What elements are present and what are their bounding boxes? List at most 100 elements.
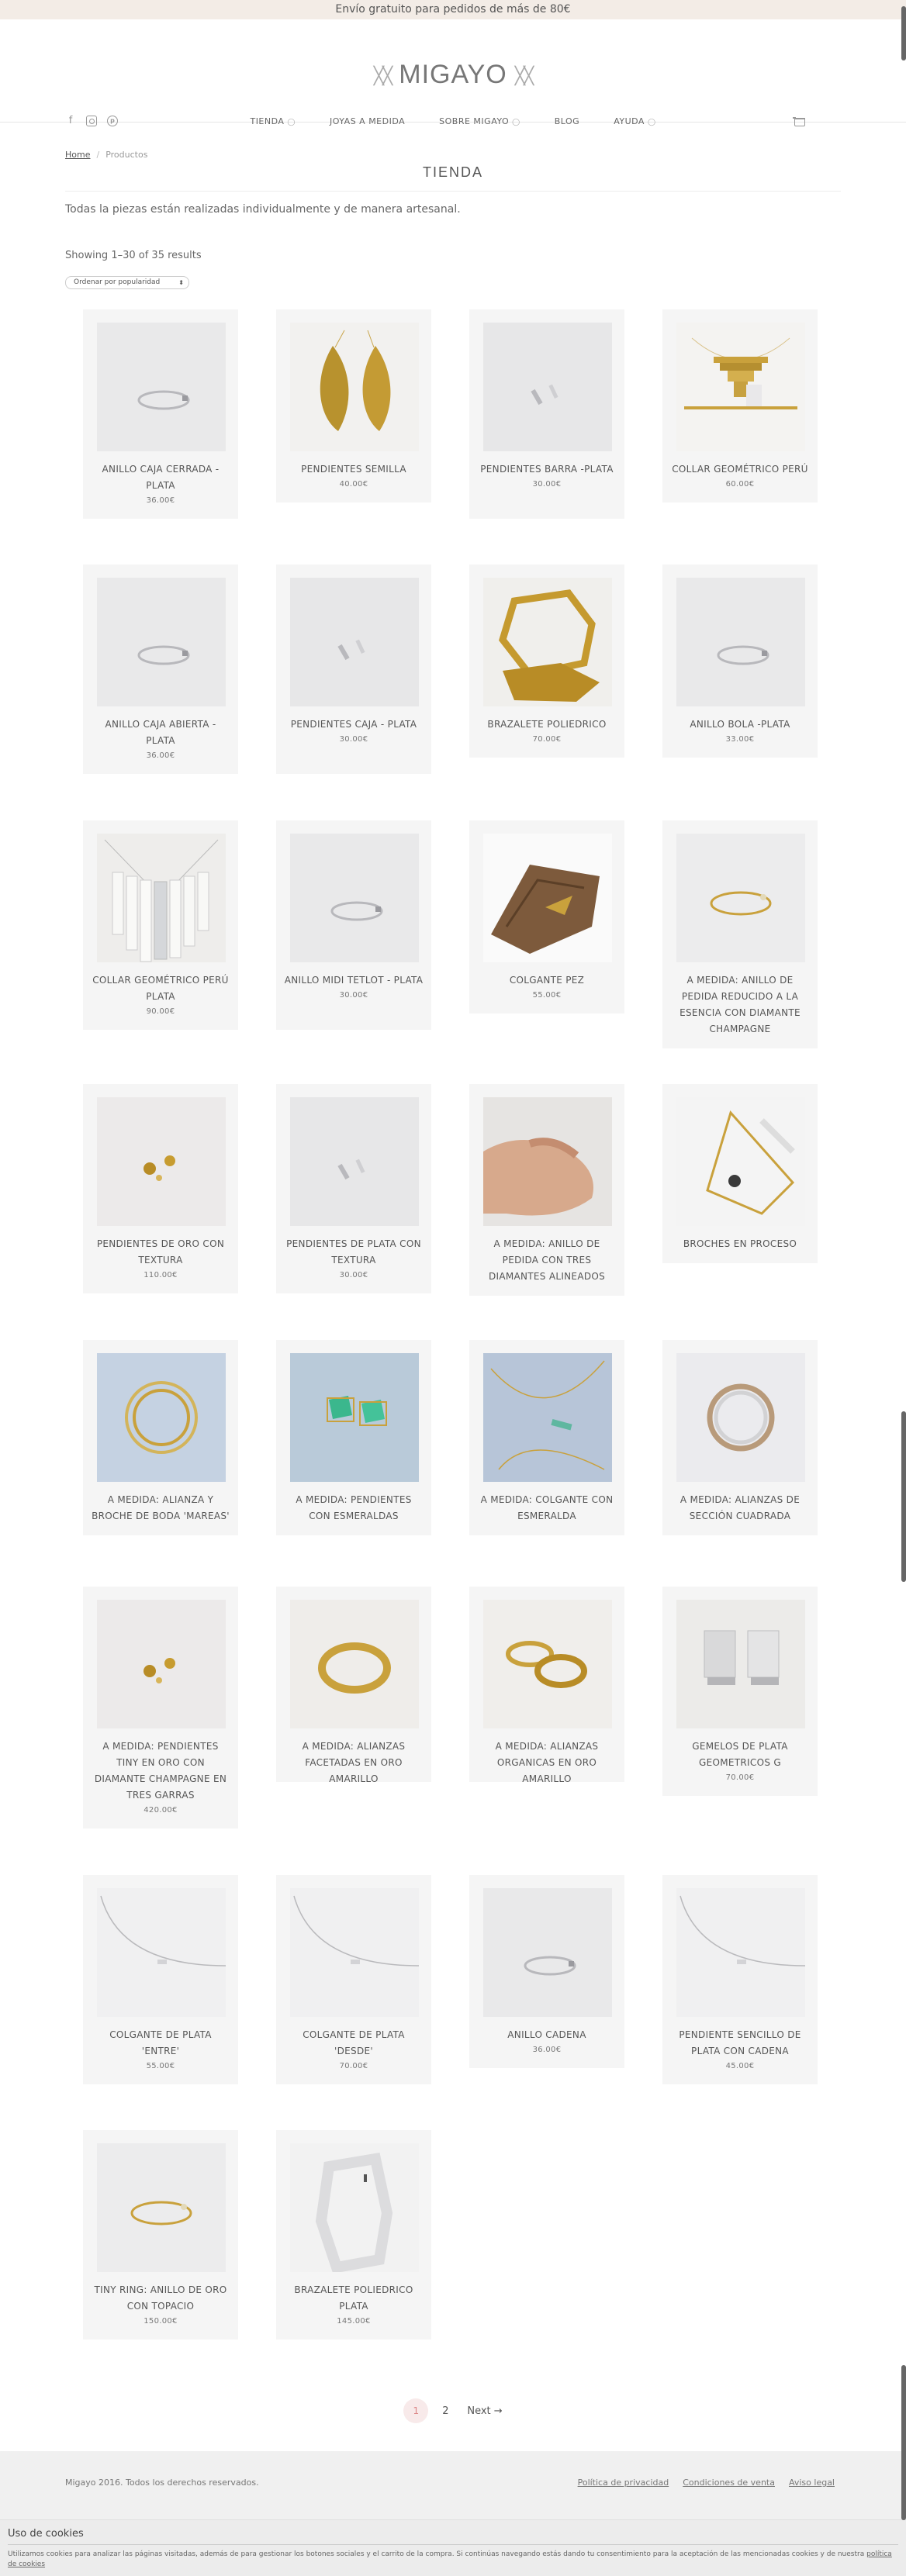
nav-item-joyas-a-medida[interactable]: JOYAS A MEDIDA	[313, 116, 422, 129]
product-card[interactable]: PENDIENTES BARRA -PLATA 30.00€	[469, 309, 624, 519]
product-card[interactable]: TINY RING: ANILLO DE ORO CON TOPACIO 150.…	[83, 2130, 238, 2339]
product-name[interactable]: ANILLO MIDI TETLOT - PLATA 30.00€	[284, 972, 424, 1003]
product-name[interactable]: BRAZALETE POLIEDRICO 70.00€	[477, 717, 617, 747]
product-name[interactable]: PENDIENTES SEMILLA 40.00€	[284, 461, 424, 492]
product-card[interactable]: A MEDIDA: ALIANZAS ORGANICAS EN ORO AMAR…	[469, 1587, 624, 1784]
scrollbar-thumb[interactable]	[901, 1411, 906, 1582]
nav-item-ayuda[interactable]: AYUDA ◯	[597, 116, 673, 129]
product-image[interactable]	[290, 323, 419, 451]
product-name[interactable]: ANILLO CADENA 36.00€	[477, 2027, 617, 2057]
product-name[interactable]: A MEDIDA: ANILLO DE PEDIDA REDUCIDO A LA…	[670, 972, 810, 1038]
product-name[interactable]: A MEDIDA: ANILLO DE PEDIDA CON TRES DIAM…	[477, 1236, 617, 1285]
cart-icon[interactable]	[793, 116, 805, 126]
nav-item-blog[interactable]: BLOG	[538, 116, 597, 129]
product-card[interactable]: A MEDIDA: ALIANZA Y BROCHE DE BODA 'MARE…	[83, 1340, 238, 1535]
product-name[interactable]: ANILLO BOLA -PLATA 33.00€	[670, 717, 810, 747]
product-image[interactable]	[676, 1097, 805, 1226]
product-card[interactable]: ANILLO CAJA CERRADA - PLATA 36.00€	[83, 309, 238, 519]
product-card[interactable]: COLGANTE DE PLATA 'ENTRE' 55.00€	[83, 1875, 238, 2084]
product-image[interactable]	[290, 1097, 419, 1226]
product-name[interactable]: A MEDIDA: COLGANTE CON ESMERALDA	[477, 1492, 617, 1525]
product-card[interactable]: BRAZALETE POLIEDRICO 70.00€	[469, 565, 624, 758]
product-name[interactable]: PENDIENTE SENCILLO DE PLATA CON CADENA 45…	[670, 2027, 810, 2074]
product-card[interactable]: BROCHES EN PROCESO	[662, 1084, 818, 1263]
product-name[interactable]: ANILLO CAJA CERRADA - PLATA 36.00€	[91, 461, 230, 508]
product-name[interactable]: COLLAR GEOMÉTRICO PERÚ 60.00€	[670, 461, 810, 492]
product-image[interactable]	[483, 834, 612, 962]
product-name[interactable]: COLGANTE DE PLATA 'DESDE' 70.00€	[284, 2027, 424, 2074]
product-card[interactable]: PENDIENTES DE ORO CON TEXTURA 110.00€	[83, 1084, 238, 1293]
product-card[interactable]: PENDIENTE SENCILLO DE PLATA CON CADENA 45…	[662, 1875, 818, 2084]
breadcrumb-home-link[interactable]: Home	[65, 150, 90, 160]
sort-select[interactable]: Ordenar por popularidad ⬍	[65, 276, 189, 289]
product-card[interactable]: COLLAR GEOMÉTRICO PERÚ PLATA 90.00€	[83, 820, 238, 1030]
product-name[interactable]: A MEDIDA: PENDIENTES TINY EN ORO CON DIA…	[91, 1739, 230, 1818]
product-image[interactable]	[97, 1097, 226, 1226]
product-name[interactable]: ANILLO CAJA ABIERTA - PLATA 36.00€	[91, 717, 230, 763]
page-link-2[interactable]: 2	[436, 2405, 455, 2417]
product-image[interactable]	[290, 1600, 419, 1728]
product-card[interactable]: A MEDIDA: PENDIENTES TINY EN ORO CON DIA…	[83, 1587, 238, 1828]
product-card[interactable]: A MEDIDA: ANILLO DE PEDIDA CON TRES DIAM…	[469, 1084, 624, 1296]
product-name[interactable]: GEMELOS DE PLATA GEOMETRICOS G 70.00€	[670, 1739, 810, 1785]
product-image[interactable]	[483, 1600, 612, 1728]
product-name[interactable]: BROCHES EN PROCESO	[670, 1236, 810, 1252]
product-image[interactable]	[676, 323, 805, 451]
scrollbar-thumb[interactable]	[901, 2365, 906, 2520]
product-image[interactable]	[676, 1353, 805, 1482]
product-image[interactable]	[483, 1888, 612, 2017]
product-card[interactable]: A MEDIDA: ALIANZAS FACETADAS EN ORO AMAR…	[276, 1587, 431, 1784]
product-image[interactable]	[483, 1353, 612, 1482]
product-card[interactable]: A MEDIDA: PENDIENTES CON ESMERALDAS	[276, 1340, 431, 1535]
product-image[interactable]	[97, 2143, 226, 2272]
product-image[interactable]	[483, 323, 612, 451]
product-name[interactable]: PENDIENTES DE ORO CON TEXTURA 110.00€	[91, 1236, 230, 1283]
product-image[interactable]	[676, 834, 805, 962]
product-card[interactable]: A MEDIDA: COLGANTE CON ESMERALDA	[469, 1340, 624, 1535]
product-card[interactable]: COLGANTE PEZ 55.00€	[469, 820, 624, 1013]
product-image[interactable]	[676, 1888, 805, 2017]
product-card[interactable]: ANILLO CAJA ABIERTA - PLATA 36.00€	[83, 565, 238, 774]
product-image[interactable]	[97, 834, 226, 962]
product-image[interactable]	[97, 1600, 226, 1728]
product-card[interactable]: PENDIENTES DE PLATA CON TEXTURA 30.00€	[276, 1084, 431, 1293]
product-card[interactable]: ANILLO BOLA -PLATA 33.00€	[662, 565, 818, 758]
product-image[interactable]	[483, 1097, 612, 1226]
product-image[interactable]	[676, 1600, 805, 1728]
product-image[interactable]	[483, 578, 612, 706]
product-name[interactable]: PENDIENTES BARRA -PLATA 30.00€	[477, 461, 617, 492]
product-image[interactable]	[97, 323, 226, 451]
product-name[interactable]: A MEDIDA: ALIANZAS ORGANICAS EN ORO AMAR…	[477, 1739, 617, 1787]
product-name[interactable]: PENDIENTES DE PLATA CON TEXTURA 30.00€	[284, 1236, 424, 1283]
product-name[interactable]: A MEDIDA: ALIANZA Y BROCHE DE BODA 'MARE…	[91, 1492, 230, 1525]
site-logo[interactable]: ╳╳ MIGAYO ╳╳	[0, 60, 906, 90]
product-image[interactable]	[97, 1353, 226, 1482]
product-name[interactable]: PENDIENTES CAJA - PLATA 30.00€	[284, 717, 424, 747]
product-name[interactable]: COLGANTE PEZ 55.00€	[477, 972, 617, 1003]
product-card[interactable]: A MEDIDA: ALIANZAS DE SECCIÓN CUADRADA	[662, 1340, 818, 1535]
footer-link-privacy[interactable]: Política de privacidad	[578, 2478, 669, 2488]
product-card[interactable]: PENDIENTES SEMILLA 40.00€	[276, 309, 431, 502]
scrollbar-thumb[interactable]	[901, 6, 906, 60]
product-card[interactable]: GEMELOS DE PLATA GEOMETRICOS G 70.00€	[662, 1587, 818, 1796]
footer-link-terms[interactable]: Condiciones de venta	[683, 2478, 775, 2488]
product-card[interactable]: BRAZALETE POLIEDRICO PLATA 145.00€	[276, 2130, 431, 2339]
product-name[interactable]: A MEDIDA: ALIANZAS FACETADAS EN ORO AMAR…	[284, 1739, 424, 1787]
product-card[interactable]: ANILLO CADENA 36.00€	[469, 1875, 624, 2068]
product-image[interactable]	[290, 1888, 419, 2017]
product-image[interactable]	[97, 1888, 226, 2017]
product-card[interactable]: PENDIENTES CAJA - PLATA 30.00€	[276, 565, 431, 774]
product-name[interactable]: COLGANTE DE PLATA 'ENTRE' 55.00€	[91, 2027, 230, 2074]
nav-item-tienda[interactable]: TIENDA ◯	[233, 116, 313, 129]
product-image[interactable]	[290, 834, 419, 962]
product-card[interactable]: COLLAR GEOMÉTRICO PERÚ 60.00€	[662, 309, 818, 502]
product-card[interactable]: ANILLO MIDI TETLOT - PLATA 30.00€	[276, 820, 431, 1030]
product-name[interactable]: COLLAR GEOMÉTRICO PERÚ PLATA 90.00€	[91, 972, 230, 1019]
footer-link-legal[interactable]: Aviso legal	[789, 2478, 835, 2488]
next-page-link[interactable]: Next →	[467, 2405, 502, 2417]
product-card[interactable]: COLGANTE DE PLATA 'DESDE' 70.00€	[276, 1875, 431, 2084]
product-image[interactable]	[97, 578, 226, 706]
product-name[interactable]: A MEDIDA: PENDIENTES CON ESMERALDAS	[284, 1492, 424, 1525]
product-card[interactable]: A MEDIDA: ANILLO DE PEDIDA REDUCIDO A LA…	[662, 820, 818, 1048]
product-name[interactable]: TINY RING: ANILLO DE ORO CON TOPACIO 150.…	[91, 2282, 230, 2329]
